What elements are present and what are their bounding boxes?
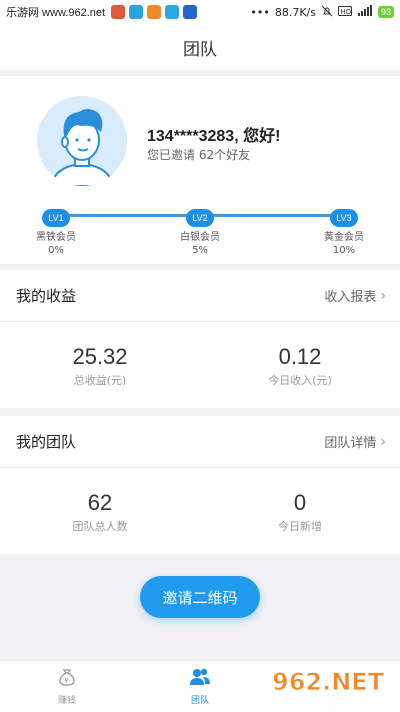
network-speed: 88.7K/s (274, 5, 316, 19)
invite-count-text: 您已邀请 62个好友 (147, 148, 251, 162)
tab-label: 赚钱 (57, 696, 76, 706)
team-title: 我的团队 (16, 434, 77, 451)
level-item-lv2: LV2 白银会员 5% (160, 206, 240, 256)
level-badge: LV3 (330, 209, 358, 227)
status-bar: 乐游网 www.962.net ••• 88.7K/s HD 93 (0, 0, 400, 24)
team-stats: 62 团队总人数 0 今日新增 (0, 468, 400, 554)
level-percent: 5% (192, 245, 208, 256)
user-greeting: 134****3283, 您好! (147, 128, 281, 145)
money-bag-icon: ¥ (57, 669, 77, 691)
team-details-link[interactable]: 团队详情 › (324, 432, 386, 452)
team-section: 我的团队 团队详情 › 62 团队总人数 0 今日新增 (0, 416, 400, 554)
tab-team[interactable]: 团队 (170, 667, 230, 706)
level-item-lv1: LV1 黑铁会员 0% (16, 206, 96, 256)
status-app-icons (111, 5, 198, 19)
total-earnings-stat: 25.32 总收益(元) (0, 322, 200, 408)
profile-card: 134****3283, 您好! 您已邀请 62个好友 LV1 黑铁会员 0% … (0, 76, 400, 264)
today-new-stat: 0 今日新增 (200, 468, 400, 554)
level-badge: LV1 (42, 209, 70, 227)
level-percent: 0% (48, 245, 64, 256)
stat-value: 0.12 (278, 344, 322, 369)
hd-icon: HD (337, 5, 352, 20)
svg-text:乐游网: 乐游网 (326, 692, 371, 708)
earnings-title: 我的收益 (16, 288, 77, 305)
earnings-section: 我的收益 收入报表 › 25.32 总收益(元) 0.12 今日收入(元) (0, 270, 400, 408)
app-icon (165, 5, 180, 19)
site-watermark-logo: 962.NET 乐游网 (264, 664, 394, 711)
level-name: 黄金会员 (324, 232, 364, 243)
team-header: 我的团队 团队详情 › (0, 416, 400, 468)
battery-indicator: 93 (377, 6, 394, 18)
app-icon (183, 5, 198, 19)
signal-icon (357, 4, 373, 20)
app-icon (129, 5, 144, 19)
level-badge: LV2 (186, 209, 214, 227)
level-item-lv3: LV3 黄金会员 10% (304, 206, 384, 256)
stat-label: 今日新增 (278, 520, 322, 533)
stat-label: 今日收入(元) (268, 374, 332, 387)
level-name: 白银会员 (180, 232, 220, 243)
page-title-bar: 团队 (0, 24, 400, 70)
svg-text:HD: HD (340, 8, 351, 16)
team-icon (189, 668, 211, 691)
mute-icon (321, 5, 333, 20)
earnings-header: 我的收益 收入报表 › (0, 270, 400, 322)
level-name: 黑铁会员 (36, 232, 76, 243)
stat-label: 团队总人数 (72, 520, 128, 533)
today-income-stat: 0.12 今日收入(元) (200, 322, 400, 408)
avatar[interactable] (37, 96, 127, 186)
earnings-stats: 25.32 总收益(元) 0.12 今日收入(元) (0, 322, 400, 408)
invite-qrcode-button[interactable]: 邀请二维码 (140, 576, 260, 618)
stat-value: 62 (87, 490, 113, 515)
income-report-label: 收入报表 (324, 290, 377, 305)
app-icon (111, 5, 126, 19)
app-icon (147, 5, 162, 19)
stat-value: 25.32 (72, 344, 128, 369)
user-avatar-icon (37, 96, 127, 186)
status-right: ••• 88.7K/s HD 93 (250, 4, 394, 20)
chevron-right-icon: › (380, 433, 386, 450)
stat-label: 总收益(元) (73, 374, 127, 387)
page-title: 团队 (183, 39, 217, 59)
tab-label: 团队 (190, 696, 209, 706)
team-details-label: 团队详情 (324, 436, 377, 451)
svg-text:¥: ¥ (64, 677, 69, 685)
status-dots: ••• (250, 5, 270, 19)
stat-value: 0 (293, 490, 307, 515)
chevron-right-icon: › (380, 287, 386, 304)
bottom-tab-bar: ¥ 赚钱 团队 962.NET 乐游网 (0, 660, 400, 712)
tab-earn[interactable]: ¥ 赚钱 (37, 667, 97, 706)
income-report-link[interactable]: 收入报表 › (324, 286, 386, 306)
level-percent: 10% (332, 245, 356, 256)
status-site-text: 乐游网 www.962.net (6, 7, 106, 19)
team-total-stat: 62 团队总人数 (0, 468, 200, 554)
